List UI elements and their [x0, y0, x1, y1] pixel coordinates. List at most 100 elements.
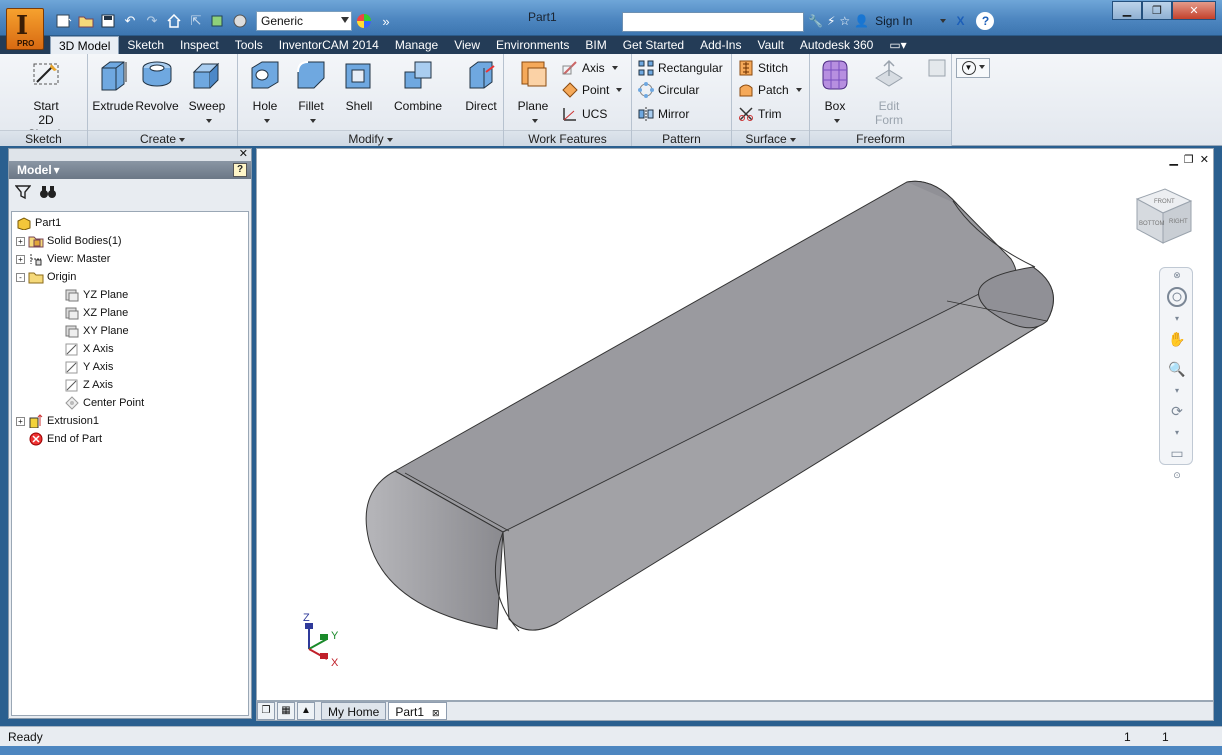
combine-button[interactable]: Combine	[388, 56, 448, 126]
tab-inspect[interactable]: Inspect	[172, 36, 227, 54]
ribbon-options-icon[interactable]: ▭▾	[881, 36, 914, 54]
tree-node[interactable]: Part1	[16, 214, 248, 232]
ribbon-customize-button[interactable]: ▼	[956, 58, 990, 78]
orbit-icon[interactable]: ⟳	[1160, 396, 1194, 426]
pan-hand-icon[interactable]: ✋	[1160, 324, 1194, 354]
tab-close-icon[interactable]: ⊠	[432, 708, 440, 718]
help-button[interactable]: ?	[976, 12, 995, 30]
tab-part1[interactable]: Part1 ⊠	[388, 702, 447, 720]
viewcube[interactable]: FRONT BOTTOM RIGHT	[1135, 188, 1193, 244]
hole-dropdown-icon[interactable]	[263, 118, 270, 123]
zoom-dropdown-icon[interactable]: ▾	[1160, 384, 1194, 396]
shell-button[interactable]: Shell	[336, 56, 382, 126]
edit-form-button[interactable]: Edit Form	[866, 56, 912, 127]
minimize-button[interactable]: ▁	[1112, 1, 1142, 20]
navbar-close-icon[interactable]: ⊗	[1160, 268, 1194, 282]
panel-title-modify[interactable]: Modify	[238, 130, 503, 146]
update-icon[interactable]	[208, 11, 228, 31]
tab-sketch[interactable]: Sketch	[119, 36, 172, 54]
maximize-button[interactable]: ❐	[1142, 1, 1172, 20]
return-icon[interactable]: ⇱	[186, 11, 206, 31]
tree-node[interactable]: XZ Plane	[16, 304, 248, 322]
exchange-icon[interactable]: X	[956, 14, 964, 28]
search-input[interactable]	[622, 12, 804, 32]
mirror-button[interactable]: Mirror	[638, 104, 689, 124]
panel-title-surface[interactable]: Surface	[732, 130, 809, 146]
expand-toggle-icon[interactable]: +	[16, 254, 25, 264]
tile-windows-icon[interactable]: ▦	[277, 702, 295, 720]
filter-icon[interactable]	[15, 184, 31, 200]
graphics-viewport[interactable]: ▁ ❐ ✕ Z Y X FRONT BOTTOM RIGHT ⊗ ▾ ✋ 🔍 ▾…	[256, 148, 1214, 701]
freeform-extra-button[interactable]	[924, 58, 950, 128]
tab-manage[interactable]: Manage	[387, 36, 446, 54]
wrench-icon[interactable]: 🔧	[808, 14, 823, 28]
application-menu-button[interactable]: I PRO	[6, 8, 44, 50]
patch-button[interactable]: Patch	[738, 80, 802, 100]
navbar-options-icon[interactable]: ⊙	[1160, 468, 1194, 482]
open-folder-icon[interactable]	[76, 11, 96, 31]
tab-bim[interactable]: BIM	[577, 36, 614, 54]
slot-solid-body[interactable]	[365, 180, 1054, 632]
box-dropdown-icon[interactable]	[833, 118, 840, 123]
tab-vault[interactable]: Vault	[749, 36, 791, 54]
tree-node[interactable]: End of Part	[16, 430, 248, 448]
subscription-icon[interactable]: ⚡	[827, 14, 835, 28]
find-binoculars-icon[interactable]	[39, 184, 57, 200]
close-button[interactable]: ✕	[1172, 1, 1216, 20]
stitch-button[interactable]: Stitch	[738, 58, 788, 78]
tab-inventorcam[interactable]: InventorCAM 2014	[271, 36, 387, 54]
browser-close-icon[interactable]: ✕	[239, 147, 248, 160]
panel-title-create[interactable]: Create	[88, 130, 237, 146]
user-icon[interactable]: 👤	[854, 14, 869, 28]
favorites-star-icon[interactable]: ☆	[839, 14, 850, 28]
tree-node[interactable]: Z Axis	[16, 376, 248, 394]
trim-button[interactable]: Trim	[738, 104, 782, 124]
browser-help-icon[interactable]: ?	[233, 163, 247, 177]
tab-my-home[interactable]: My Home	[321, 702, 387, 720]
extrude-button[interactable]: Extrude	[90, 56, 136, 126]
axis-button[interactable]: Axis	[562, 58, 618, 78]
wheel-dropdown-icon[interactable]: ▾	[1160, 312, 1194, 324]
box-button[interactable]: Box	[812, 56, 858, 126]
ucs-button[interactable]: UCS	[562, 104, 607, 124]
new-file-icon[interactable]	[54, 11, 74, 31]
tree-node[interactable]: YZ Plane	[16, 286, 248, 304]
material-select[interactable]: Generic	[256, 11, 352, 31]
collapse-toggle-icon[interactable]: -	[16, 272, 25, 282]
plane-dropdown-icon[interactable]	[531, 118, 538, 123]
sweep-button[interactable]: Sweep	[184, 56, 230, 126]
save-icon[interactable]	[98, 11, 118, 31]
direct-button[interactable]: Direct	[458, 56, 504, 126]
zoom-icon[interactable]: 🔍	[1160, 354, 1194, 384]
expand-toolbar-icon[interactable]: »	[376, 11, 396, 31]
home-icon[interactable]	[164, 11, 184, 31]
tab-environments[interactable]: Environments	[488, 36, 577, 54]
rectangular-pattern-button[interactable]: Rectangular	[638, 58, 723, 78]
appearance-icon[interactable]	[230, 11, 250, 31]
tree-node[interactable]: + Extrusion1	[16, 412, 248, 430]
tree-node[interactable]: X Axis	[16, 340, 248, 358]
look-at-icon[interactable]: ▭	[1160, 438, 1194, 468]
browser-header[interactable]: Model ▾ ?	[9, 161, 251, 179]
tree-node[interactable]: Y Axis	[16, 358, 248, 376]
tree-node[interactable]: + Solid Bodies(1)	[16, 232, 248, 250]
point-button[interactable]: Point	[562, 80, 623, 100]
color-override-icon[interactable]	[354, 11, 374, 31]
sign-in-button[interactable]: Sign In	[875, 14, 912, 28]
plane-button[interactable]: Plane	[510, 56, 556, 126]
start-2d-sketch-button[interactable]: Start 2D Sketch	[20, 56, 72, 141]
tab-get-started[interactable]: Get Started	[615, 36, 692, 54]
tab-add-ins[interactable]: Add-Ins	[692, 36, 749, 54]
tab-autodesk-360[interactable]: Autodesk 360	[792, 36, 881, 54]
fillet-dropdown-icon[interactable]	[309, 118, 316, 123]
sweep-dropdown-icon[interactable]	[205, 118, 212, 123]
tree-node[interactable]: XY Plane	[16, 322, 248, 340]
sign-in-dropdown-icon[interactable]	[940, 19, 947, 23]
hole-button[interactable]: Hole	[242, 56, 288, 126]
tree-node[interactable]: - Origin	[16, 268, 248, 286]
circular-pattern-button[interactable]: Circular	[638, 80, 699, 100]
tree-node[interactable]: Center Point	[16, 394, 248, 412]
fillet-button[interactable]: Fillet	[288, 56, 334, 126]
revolve-button[interactable]: Revolve	[134, 56, 180, 126]
redo-icon[interactable]: ↷	[142, 11, 162, 31]
